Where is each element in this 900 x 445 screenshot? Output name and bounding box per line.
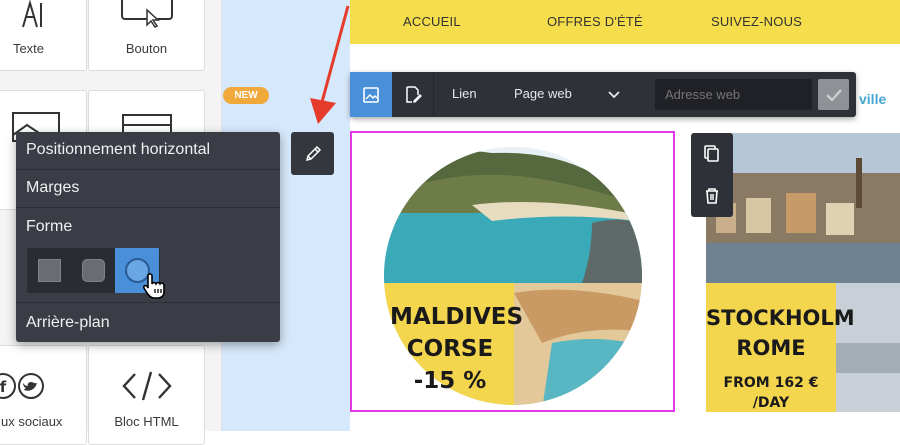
email-nav: ACCUEIL OFFRES D'ÉTÉ SUIVEZ-NOUS [350,0,900,44]
button-icon [121,0,173,28]
image-icon [363,86,379,103]
link-label: Lien [452,86,477,101]
chevron-down-icon[interactable] [608,91,620,99]
nav-item-offres[interactable]: OFFRES D'ÉTÉ [547,14,643,29]
text-icon [22,0,42,28]
block-settings-popover: Positionnement horizontal Marges Forme A… [16,132,280,342]
menu-item-shape-label: Forme [26,218,73,235]
shape-square-button[interactable] [27,248,71,293]
promo1-line2: CORSE [406,336,494,362]
new-badge: NEW [223,87,269,104]
hand-cursor-icon [143,273,165,299]
block-button[interactable]: Bouton [88,0,205,71]
promo2-line3: FROM 162 € /DAY [723,375,819,411]
nav-item-suivez[interactable]: SUIVEZ-NOUS [711,14,802,29]
shape-rounded-button[interactable] [71,248,115,293]
block-html-label: Bloc HTML [114,414,179,429]
square-shape-icon [37,259,61,282]
menu-item-margins-label: Marges [26,179,80,196]
menu-item-background[interactable]: Arrière-plan [16,303,280,342]
trash-icon [706,188,718,204]
menu-item-horizontal-label: Positionnement horizontal [26,141,211,158]
confirm-link-button[interactable] [818,79,849,110]
menu-item-background-label: Arrière-plan [26,314,110,331]
social-icons: f [0,373,44,399]
promo2-line1: STOCKHOLM [706,306,855,330]
block-text[interactable]: Texte [0,0,87,71]
block-social[interactable]: f ux sociaux [0,345,87,445]
svg-text:f: f [0,378,7,396]
duplicate-button[interactable] [691,133,733,175]
edit-block-button[interactable] [291,132,334,175]
delete-button[interactable] [691,175,733,217]
promo2-line2: ROME [736,336,806,360]
image-edit-icon [405,85,422,103]
block-button-label: Bouton [125,41,168,56]
rounded-shape-icon [81,259,105,282]
block-text-label: Texte [12,41,45,56]
url-input[interactable] [655,79,812,110]
behind-toolbar-text: ville [859,91,887,107]
pencil-icon [305,145,321,161]
image-link-toolbar: Lien Page web [350,72,856,117]
stockholm-image[interactable]: STOCKHOLM ROME FROM 162 € /DAY [706,133,900,412]
check-icon [825,88,842,101]
promo1-line1: MALDIVES [390,304,524,330]
menu-item-horizontal[interactable]: Positionnement horizontal [16,132,280,170]
link-type-select[interactable]: Page web [514,86,572,101]
promo1-line3: -15 % [413,368,487,394]
annotation-arrow [310,5,350,124]
block-social-label: ux sociaux [1,414,63,429]
nav-item-accueil[interactable]: ACCUEIL [403,14,461,29]
edit-image-button[interactable] [392,72,434,117]
shape-selector [27,248,160,293]
menu-item-margins[interactable]: Marges [16,170,280,208]
block-html[interactable]: Bloc HTML [88,345,205,445]
block-actions [691,133,733,217]
selected-image-block[interactable]: MALDIVES CORSE -15 % [350,131,675,412]
copy-icon [704,145,719,162]
code-icon [122,371,172,401]
